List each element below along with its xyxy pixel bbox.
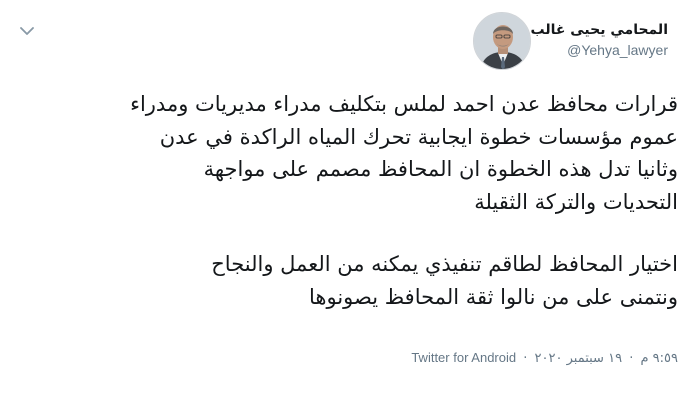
tweet-card: المحامي يحيى غالب @Yehya_lawyer قرارات م… <box>0 0 700 401</box>
tweet-line: وثانيا تدل هذه الخطوة ان المحافظ مصمم عل… <box>203 157 678 181</box>
meta-separator: · <box>629 351 634 366</box>
display-name[interactable]: المحامي يحيى غالب <box>531 22 669 38</box>
tweet-header: المحامي يحيى غالب @Yehya_lawyer <box>472 12 679 72</box>
tweet-line: اختيار المحافظ لطاقم تنفيذي يمكنه من الع… <box>211 252 678 276</box>
tweet-line: عموم مؤسسات خطوة ايجابية تحرك المياه الر… <box>159 124 678 149</box>
tweet-date[interactable]: ١٩ سبتمبر ٢٠٢٠ <box>535 351 623 366</box>
author-names: المحامي يحيى غالب @Yehya_lawyer <box>531 12 669 58</box>
chevron-down-icon[interactable] <box>18 22 36 40</box>
tweet-source[interactable]: Twitter for Android <box>411 350 516 365</box>
tweet-text: قرارات محافظ عدن احمد لملس بتكليف مدراء … <box>18 88 678 313</box>
tweet-meta: ٩:٥٩ م · ١٩ سبتمبر ٢٠٢٠ · Twitter for An… <box>411 350 678 366</box>
tweet-line: قرارات محافظ عدن احمد لملس بتكليف مدراء … <box>130 92 678 116</box>
tweet-time[interactable]: ٩:٥٩ م <box>640 351 678 366</box>
tweet-line: التحديات والتركة الثقيلة <box>474 189 678 214</box>
tweet-line: ونتمنى على من نالوا ثقة المحافظ يصونوها <box>309 284 678 309</box>
user-handle[interactable]: @Yehya_lawyer <box>567 42 668 58</box>
meta-separator: · <box>523 351 528 366</box>
avatar[interactable] <box>472 12 531 70</box>
